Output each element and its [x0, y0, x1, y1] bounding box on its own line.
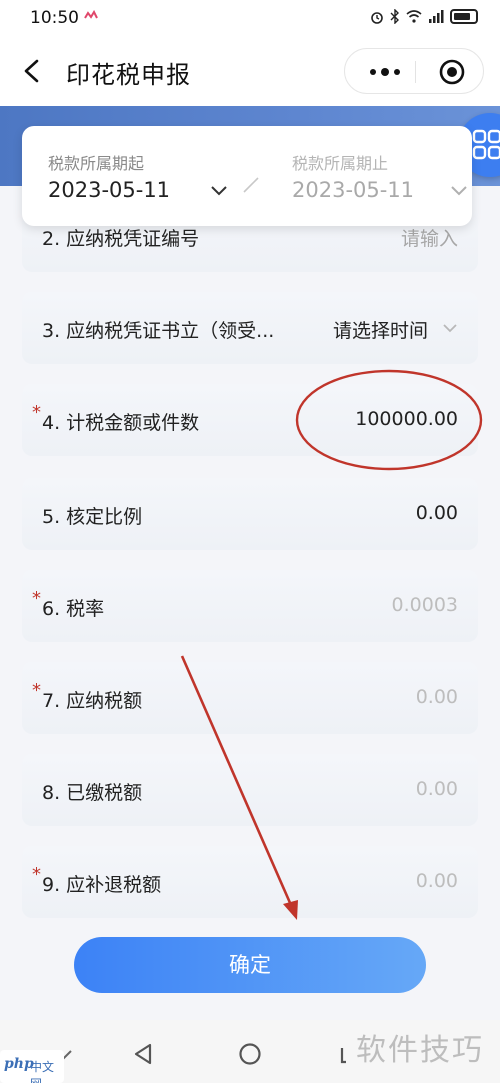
nav-bar: 印花税申报: [0, 36, 500, 106]
logo-cn-text: 中文网: [30, 1060, 55, 1083]
row-date-select[interactable]: 请选择时间: [333, 316, 428, 343]
row-label: 2. 应纳税凭证编号: [42, 228, 200, 250]
row-input[interactable]: 100000.00: [355, 408, 458, 430]
required-mark: *: [32, 864, 41, 885]
alarm-icon: [371, 11, 383, 24]
period-start-label: 税款所属期起: [48, 154, 145, 173]
wifi-icon: [406, 10, 422, 23]
status-icons: [370, 9, 478, 24]
period-start-picker[interactable]: 税款所属期起 2023-05-11: [48, 126, 248, 226]
status-time: 10:50: [30, 8, 79, 28]
row-input[interactable]: 请输入: [401, 224, 458, 251]
confirm-button[interactable]: 确定: [74, 937, 426, 993]
battery-icon: [450, 9, 478, 24]
target-icon[interactable]: [439, 59, 465, 85]
chevron-left-icon[interactable]: [14, 53, 50, 89]
form-row-tax-paid: 8. 已缴税额 0.00: [22, 754, 478, 826]
form-row-assessed-ratio[interactable]: 5. 核定比例 0.00: [22, 478, 478, 550]
more-dots-icon[interactable]: [365, 61, 405, 83]
required-mark: *: [32, 402, 41, 423]
row-value: 0.00: [415, 778, 458, 800]
row-label: 9. 应补退税额: [42, 874, 162, 896]
row-label: 5. 核定比例: [42, 506, 143, 528]
required-mark: *: [32, 588, 41, 609]
form-row-tax-payable: * 7. 应纳税额 0.00: [22, 662, 478, 734]
form-row-taxable-amount[interactable]: * 4. 计税金额或件数 100000.00: [22, 384, 478, 456]
form-row-tax-due-refund: * 9. 应补退税额 0.00: [22, 846, 478, 918]
row-label: 7. 应纳税额: [42, 690, 143, 712]
status-bar: 10:50: [0, 0, 500, 36]
home-circle-icon[interactable]: [238, 1042, 262, 1066]
row-value: 0.00: [415, 686, 458, 708]
row-input[interactable]: 0.00: [416, 502, 458, 524]
row-label: 4. 计税金额或件数: [42, 412, 200, 434]
row-label: 3. 应纳税凭证书立（领受...: [42, 320, 275, 342]
mini-program-capsule: [344, 48, 484, 94]
period-end-picker: 税款所属期止 2023-05-11: [292, 126, 492, 226]
signal-icon: [429, 10, 444, 23]
row-label: 8. 已缴税额: [42, 782, 143, 804]
form-row-tax-rate: * 6. 税率 0.0003: [22, 570, 478, 642]
required-mark: *: [32, 680, 41, 701]
chevron-down-icon: [451, 186, 467, 196]
row-value: 0.00: [415, 870, 458, 892]
chevron-down-icon[interactable]: [210, 184, 228, 198]
recent-apps-icon[interactable]: [340, 1046, 354, 1064]
page-title: 印花税申报: [66, 61, 191, 89]
form-row-voucher-date[interactable]: 3. 应纳税凭证书立（领受... 请选择时间: [22, 292, 478, 364]
notification-icon: [84, 10, 98, 19]
back-triangle-icon[interactable]: [132, 1042, 154, 1066]
period-start-value[interactable]: 2023-05-11: [48, 178, 170, 202]
date-separator: [243, 177, 259, 193]
chevron-down-icon[interactable]: [442, 322, 458, 334]
row-value: 0.0003: [391, 594, 458, 616]
tax-period-card: 税款所属期起 2023-05-11 税款所属期止 2023-05-11: [22, 126, 472, 226]
watermark-text: 软件技巧: [356, 1033, 484, 1068]
row-label: 6. 税率: [42, 598, 105, 620]
capsule-divider: [415, 61, 416, 83]
bluetooth-icon: [390, 9, 399, 24]
period-end-label: 税款所属期止: [292, 154, 389, 173]
php-cn-logo: php 中文网: [0, 1050, 64, 1083]
period-end-value: 2023-05-11: [292, 178, 415, 202]
